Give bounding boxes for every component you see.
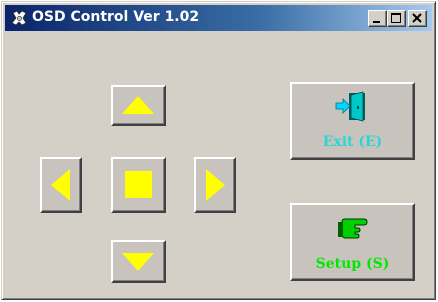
minimize-icon xyxy=(373,21,380,23)
right-button[interactable] xyxy=(194,157,236,213)
pointing-hand-icon xyxy=(338,218,368,239)
left-button[interactable] xyxy=(40,157,82,213)
triangle-left-icon xyxy=(51,169,70,201)
close-button[interactable] xyxy=(408,10,427,27)
exit-label: Exit (E) xyxy=(322,134,383,150)
down-button[interactable] xyxy=(111,240,166,283)
title-bar[interactable]: OSD Control Ver 1.02 xyxy=(5,5,432,31)
square-icon xyxy=(125,171,152,198)
exit-door-icon xyxy=(335,91,365,122)
close-icon xyxy=(412,13,422,23)
up-button[interactable] xyxy=(111,85,166,126)
setup-button[interactable]: Setup (S) xyxy=(290,203,415,281)
exit-button[interactable]: Exit (E) xyxy=(290,82,415,160)
minimize-button[interactable] xyxy=(368,10,387,27)
osd-app-icon xyxy=(11,10,27,26)
triangle-up-icon xyxy=(122,96,154,114)
osd-control-window: OSD Control Ver 1.02 Exit (E) Setup (S) xyxy=(1,1,436,300)
maximize-button[interactable] xyxy=(387,10,406,27)
window-title: OSD Control Ver 1.02 xyxy=(32,9,200,25)
center-button[interactable] xyxy=(111,157,166,213)
setup-label: Setup (S) xyxy=(315,256,390,272)
maximize-icon xyxy=(391,13,401,23)
triangle-right-icon xyxy=(206,169,225,201)
triangle-down-icon xyxy=(122,253,154,271)
